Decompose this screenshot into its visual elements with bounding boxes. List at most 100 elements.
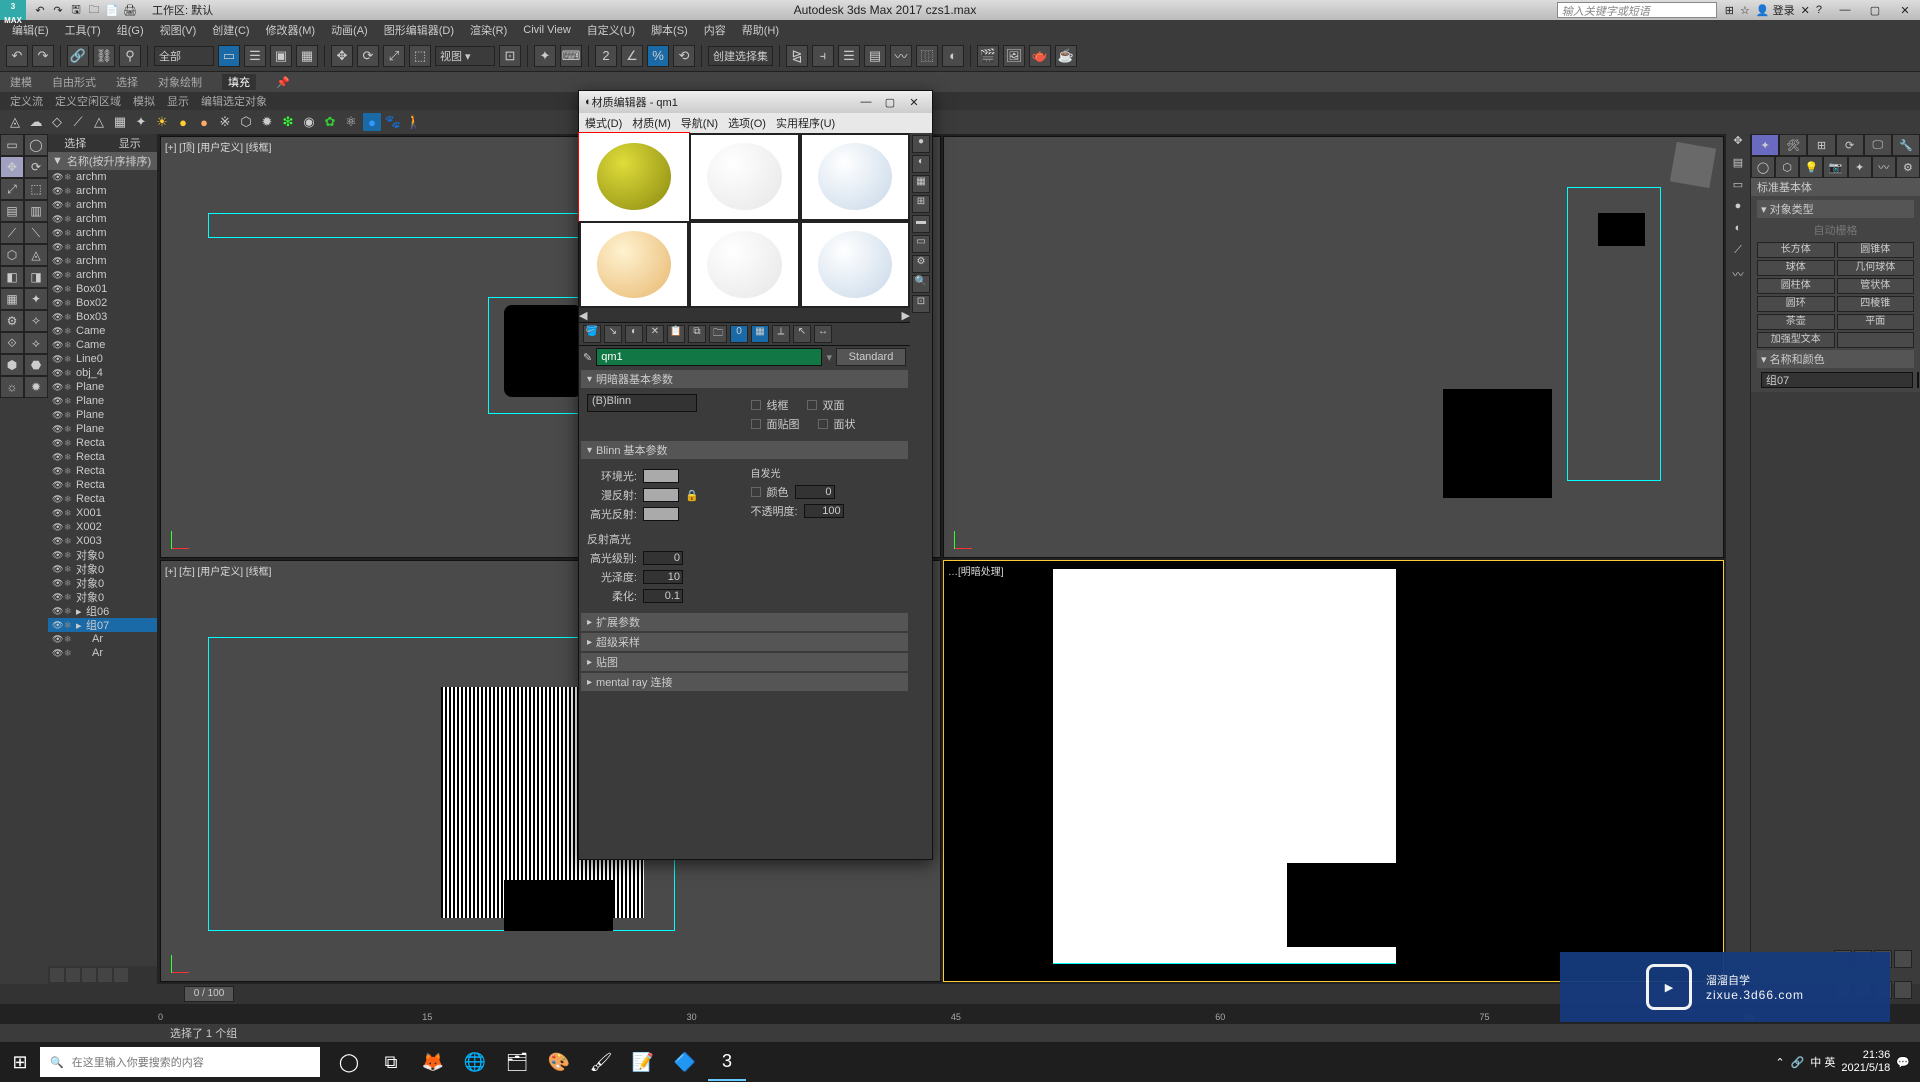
ribbon-pin-icon[interactable]: 📌 xyxy=(276,76,290,89)
scene-item[interactable]: 👁❄Line0 xyxy=(48,352,157,366)
eye-icon[interactable]: 👁 xyxy=(52,256,62,267)
primitive-button[interactable]: 圆环 xyxy=(1757,296,1835,312)
exchange-icon[interactable]: ⊞ xyxy=(1725,4,1734,17)
eye-icon[interactable]: 👁 xyxy=(52,382,62,393)
subcat-geometry[interactable]: ◯ xyxy=(1751,156,1775,178)
freeze-icon[interactable]: ❄ xyxy=(64,494,74,505)
rollout-namecolor[interactable]: ▾ 名称和颜色 xyxy=(1757,350,1914,368)
qat-redo-icon[interactable]: ↷ xyxy=(50,2,66,18)
eye-icon[interactable]: 👁 xyxy=(52,508,62,519)
mat-slot-3[interactable] xyxy=(800,133,910,221)
scene-item[interactable]: 👁❄archm xyxy=(48,254,157,268)
freeze-icon[interactable]: ❄ xyxy=(64,242,74,253)
task-cortana[interactable]: ◯ xyxy=(330,1043,368,1081)
menu-content[interactable]: 内容 xyxy=(698,22,732,38)
glossiness-value[interactable]: 10 xyxy=(643,570,683,584)
scene-foot-3[interactable] xyxy=(82,968,96,982)
mat-assign[interactable]: ◐ xyxy=(625,325,643,343)
eye-icon[interactable]: 👁 xyxy=(52,424,62,435)
window-close[interactable]: ✕ xyxy=(1890,4,1920,17)
snap-icon[interactable]: ◬ xyxy=(6,113,24,131)
scene-item[interactable]: 👁❄archm xyxy=(48,212,157,226)
scene-foot-2[interactable] xyxy=(66,968,80,982)
rollout-extended[interactable]: ▸ 扩展参数 xyxy=(581,613,908,631)
favorites-icon[interactable]: ☆ xyxy=(1740,4,1750,17)
reactor-icon[interactable]: ⚛ xyxy=(342,113,360,131)
eye-icon[interactable]: 👁 xyxy=(52,550,62,561)
scene-item[interactable]: 👁❄Recta xyxy=(48,450,157,464)
faceted-checkbox[interactable] xyxy=(818,419,828,429)
wire-checkbox[interactable] xyxy=(751,400,761,410)
freeze-icon[interactable]: ❄ xyxy=(64,200,74,211)
render-setup-button[interactable]: 🎬 xyxy=(977,45,999,67)
lt-l[interactable]: ✧ xyxy=(24,310,48,332)
primitive-button[interactable]: 长方体 xyxy=(1757,242,1835,258)
lt-a[interactable]: ▤ xyxy=(0,200,24,222)
eye-icon[interactable]: 👁 xyxy=(52,186,62,197)
lt-f[interactable]: ◬ xyxy=(24,244,48,266)
freeze-icon[interactable]: ❄ xyxy=(64,550,74,561)
scene-foot-4[interactable] xyxy=(98,968,112,982)
mat-pick-icon[interactable]: ✎ xyxy=(583,351,592,364)
use-pivot-button[interactable]: ⊡ xyxy=(499,45,521,67)
eye-icon[interactable]: 👁 xyxy=(52,214,62,225)
selfillum-value[interactable]: 0 xyxy=(795,485,835,499)
manipulate-button[interactable]: ✦ xyxy=(534,45,556,67)
tab-motion[interactable]: ⟳ xyxy=(1836,134,1864,156)
category-dropdown[interactable]: 标准基本体 xyxy=(1751,178,1920,196)
mat-make-unique[interactable]: ⧉ xyxy=(688,325,706,343)
lt-b[interactable]: ▥ xyxy=(24,200,48,222)
opacity-value[interactable]: 100 xyxy=(804,504,844,518)
mat-uv-tiling[interactable]: ⊞ xyxy=(912,195,930,213)
mat-backlight[interactable]: ◐ xyxy=(912,155,930,173)
eye-icon[interactable]: 👁 xyxy=(52,326,62,337)
lock-ad-icon[interactable]: 🔒 xyxy=(685,489,699,502)
snap-grid-icon[interactable]: ▦ xyxy=(111,113,129,131)
snap-cloud-icon[interactable]: ☁ xyxy=(27,113,45,131)
scale-button[interactable]: ⤢ xyxy=(383,45,405,67)
lt-select[interactable]: ▭ xyxy=(0,134,24,156)
app-explorer[interactable]: 🗂 xyxy=(498,1043,536,1081)
primitive-button[interactable]: 茶壶 xyxy=(1757,314,1835,330)
taskbar-search[interactable]: 🔍 在这里输入你要搜索的内容 xyxy=(40,1047,320,1077)
eye-icon[interactable]: 👁 xyxy=(52,634,62,645)
lt-e[interactable]: ⬡ xyxy=(0,244,24,266)
ambient-swatch[interactable] xyxy=(643,469,679,483)
panel-defineidle[interactable]: 定义空闲区域 xyxy=(55,93,121,109)
eye-icon[interactable]: 👁 xyxy=(52,620,62,631)
viewport-persp-label[interactable]: …[明暗处理] xyxy=(948,563,1004,578)
viewcube-icon[interactable] xyxy=(1670,142,1716,188)
lt-p[interactable]: ⬣ xyxy=(24,354,48,376)
viewport-front[interactable] xyxy=(943,136,1724,558)
lt-place[interactable]: ⬚ xyxy=(24,178,48,200)
mat-menu-navigation[interactable]: 导航(N) xyxy=(681,115,718,131)
menu-group[interactable]: 组(G) xyxy=(111,22,150,38)
lt-q[interactable]: ☼ xyxy=(0,376,24,398)
help-icon[interactable]: ? xyxy=(1816,4,1822,16)
app-3dsmax[interactable]: 3 xyxy=(708,1043,746,1081)
freeze-icon[interactable]: ❄ xyxy=(64,396,74,407)
lt-scale[interactable]: ⤢ xyxy=(0,178,24,200)
app-firefox[interactable]: 🦊 xyxy=(414,1043,452,1081)
subcat-spacewarps[interactable]: 〰 xyxy=(1872,156,1896,178)
lt-i[interactable]: ▦ xyxy=(0,288,24,310)
tab-hierarchy[interactable]: ⊞ xyxy=(1807,134,1835,156)
ribbon-tab-objectpaint[interactable]: 对象绘制 xyxy=(158,74,202,90)
redo-button[interactable]: ↷ xyxy=(32,45,54,67)
mat-go-sibling[interactable]: ↔ xyxy=(814,325,832,343)
window-crossing-button[interactable]: ▦ xyxy=(296,45,318,67)
tray-up-icon[interactable]: ⌃ xyxy=(1775,1056,1784,1069)
object-name-input[interactable] xyxy=(1761,372,1913,388)
mat-minimize[interactable]: — xyxy=(854,96,878,108)
eye-icon[interactable]: 👁 xyxy=(52,480,62,491)
snap-angle-button[interactable]: ∠ xyxy=(621,45,643,67)
adaptive-icon[interactable]: ◐ xyxy=(1726,222,1750,244)
eye-icon[interactable]: 👁 xyxy=(52,410,62,421)
freeze-icon[interactable]: ❄ xyxy=(64,592,74,603)
lt-c[interactable]: ⟋ xyxy=(0,222,24,244)
scene-item[interactable]: 👁❄Recta xyxy=(48,464,157,478)
start-button[interactable]: ⊞ xyxy=(0,1052,40,1073)
mat-scroll-right[interactable]: ▶ xyxy=(902,309,910,322)
mat-slot-1[interactable] xyxy=(579,133,689,221)
mat-name-input[interactable] xyxy=(596,348,822,366)
